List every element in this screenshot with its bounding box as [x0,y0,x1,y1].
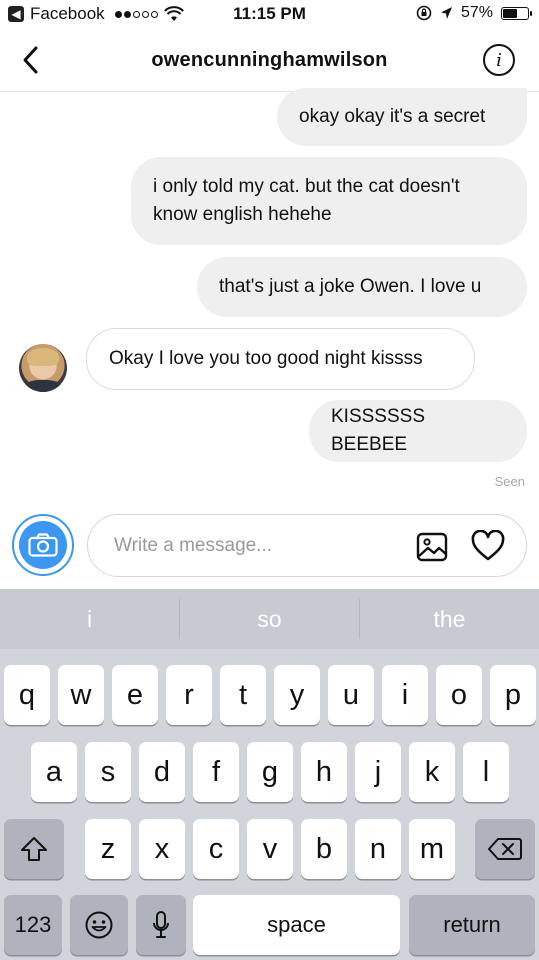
contact-avatar[interactable] [19,344,67,392]
suggestion-item[interactable]: the [360,589,539,649]
battery-level [503,8,517,18]
camera-icon [19,521,67,569]
key-b[interactable]: b [301,819,347,879]
shift-key[interactable] [4,819,64,879]
message-bubble-outgoing[interactable]: i only told my cat. but the cat doesn't … [131,157,527,245]
key-n[interactable]: n [355,819,401,879]
key-l[interactable]: l [463,742,509,802]
key-z[interactable]: z [85,819,131,879]
backspace-icon [488,838,522,860]
camera-button[interactable] [12,514,74,576]
chat-header: owencunninghamwilson i [0,30,539,92]
key-j[interactable]: j [355,742,401,802]
key-k[interactable]: k [409,742,455,802]
numbers-key[interactable]: 123 [4,895,62,955]
message-bubble-outgoing[interactable]: KISSSSSS BEEBEE [309,400,527,462]
emoji-icon [85,911,113,939]
location-arrow-icon [440,7,452,19]
message-composer [87,514,527,577]
key-u[interactable]: u [328,665,374,725]
rotation-lock-icon [416,5,432,21]
key-c[interactable]: c [193,819,239,879]
key-p[interactable]: p [490,665,536,725]
key-o[interactable]: o [436,665,482,725]
microphone-icon [153,911,169,938]
key-w[interactable]: w [58,665,104,725]
message-input[interactable] [114,531,404,561]
seen-indicator: Seen [494,474,525,489]
predictive-bar: i so the [0,589,539,649]
message-bubble-outgoing[interactable]: okay okay it's a secret [277,88,527,146]
key-d[interactable]: d [139,742,185,802]
message-text: that's just a joke Owen. I love u [219,276,482,297]
key-g[interactable]: g [247,742,293,802]
key-y[interactable]: y [274,665,320,725]
key-i[interactable]: i [382,665,428,725]
key-a[interactable]: a [31,742,77,802]
message-text: KISSSSSS BEEBEE [331,406,425,455]
backspace-key[interactable] [475,819,535,879]
message-text: okay okay it's a secret [299,106,486,127]
status-right: 57% [416,4,532,22]
conversation-username[interactable]: owencunninghamwilson [0,49,539,72]
return-key[interactable]: return [409,895,535,955]
key-m[interactable]: m [409,819,455,879]
key-x[interactable]: x [139,819,185,879]
key-e[interactable]: e [112,665,158,725]
key-f[interactable]: f [193,742,239,802]
heart-icon[interactable] [471,530,505,562]
message-text: i only told my cat. but the cat doesn't … [153,176,460,225]
suggestion-item[interactable]: so [180,589,359,649]
key-v[interactable]: v [247,819,293,879]
message-bubble-incoming[interactable]: Okay I love you too good night kissss [86,328,475,390]
info-icon[interactable]: i [483,44,515,76]
space-key[interactable]: space [193,895,400,955]
gallery-icon[interactable] [416,532,448,562]
status-bar: ◀ Facebook 11:15 PM 57% [0,0,539,30]
battery-icon [501,6,532,20]
keyboard: i so the q w e r t y u i o p a s d f g h… [0,589,539,960]
dictation-key[interactable] [136,895,186,955]
key-q[interactable]: q [4,665,50,725]
key-t[interactable]: t [220,665,266,725]
battery-percent: 57% [460,4,493,21]
message-bubble-outgoing[interactable]: that's just a joke Owen. I love u [197,257,527,317]
emoji-key[interactable] [70,895,128,955]
shift-icon [21,837,47,861]
message-text: Okay I love you too good night kissss [109,348,423,369]
key-r[interactable]: r [166,665,212,725]
key-h[interactable]: h [301,742,347,802]
suggestion-item[interactable]: i [0,589,179,649]
key-s[interactable]: s [85,742,131,802]
